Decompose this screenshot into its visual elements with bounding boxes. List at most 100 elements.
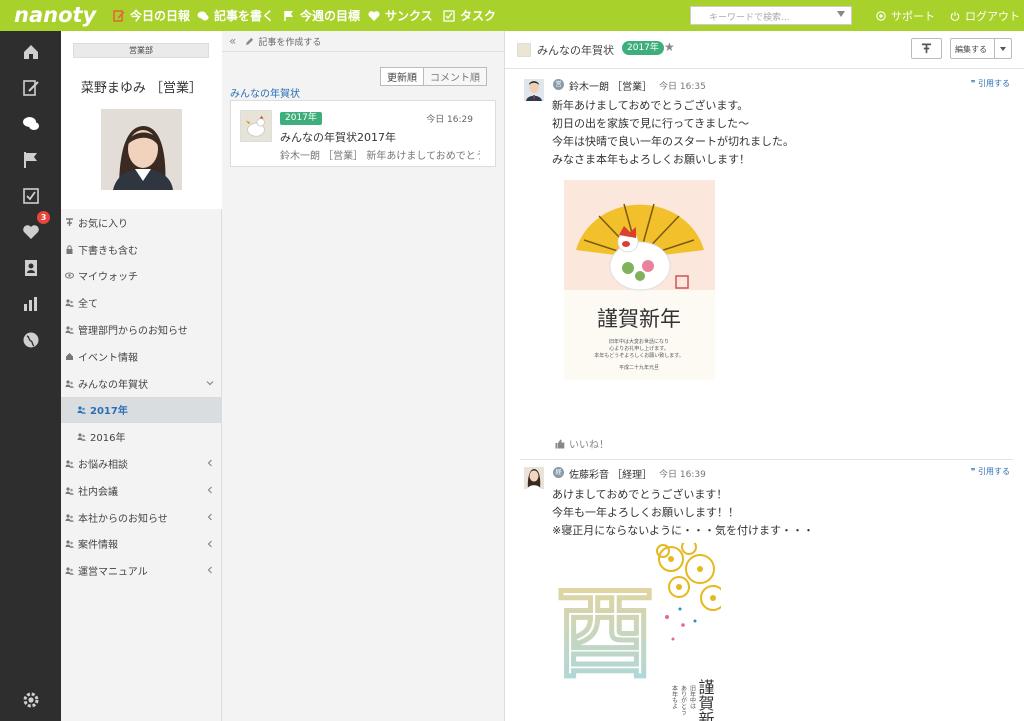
group-icon: [77, 406, 86, 415]
sidebar-item-label: 2017年: [90, 406, 128, 418]
card-body-line: 旧年中は: [689, 685, 696, 710]
post-text-line: みなさま本年もよろしくお願いします！: [552, 153, 750, 166]
nav-write-article[interactable]: 記事を書く: [197, 0, 274, 31]
sidebar-item-mywatch[interactable]: マイウォッチ: [61, 263, 222, 290]
star-icon[interactable]: ★: [664, 40, 675, 54]
quote-link[interactable]: ❞ 引用する: [971, 466, 1010, 477]
article-list-panel: « 記事を作成する 更新順 コメント順 みんなの年賀状 2017年 今日 16:…: [222, 31, 505, 721]
sidebar-item-meetings[interactable]: 社内会議: [61, 477, 222, 504]
card-time: 今日 16:29: [426, 115, 473, 125]
sidebar-item-hq-notice[interactable]: 本社からのお知らせ: [61, 504, 222, 531]
sidebar-item-label: 案件情報: [78, 540, 118, 552]
nav-thanks[interactable]: サンクス: [368, 0, 433, 31]
avatar[interactable]: [101, 109, 182, 190]
article-card[interactable]: 2017年 今日 16:29 みんなの年賀状2017年 鈴木一朗 ［営業］ 新年…: [230, 100, 496, 167]
group-icon: [77, 433, 86, 442]
quote-label: 引用する: [978, 467, 1010, 476]
avatar[interactable]: [524, 79, 544, 101]
eye-icon: [65, 272, 74, 279]
group-icon: [65, 299, 74, 308]
card-body-line: 心よりお礼申し上げます。: [609, 345, 668, 352]
power-icon: [950, 11, 960, 21]
logout-link[interactable]: ログアウト: [950, 0, 1020, 31]
nav-task[interactable]: タスク: [443, 0, 496, 31]
home-icon: [66, 352, 73, 360]
sidebar-item-label: 本社からのお知らせ: [78, 513, 168, 525]
post-text-line: 新年あけましておめでとうございます。: [552, 99, 749, 112]
sidebar-item-favorites[interactable]: お気に入り: [61, 209, 222, 236]
chevron-down-icon[interactable]: [206, 379, 214, 387]
gear-icon[interactable]: [22, 691, 40, 709]
like-button[interactable]: いいね！: [555, 436, 609, 451]
thumbs-up-icon: [555, 439, 565, 448]
heart-icon: [368, 10, 380, 21]
sidebar-item-label: 全て: [78, 299, 98, 311]
pin-button[interactable]: [911, 38, 942, 59]
help-circle-icon: [876, 10, 886, 21]
nav-today-report[interactable]: 今日の日報: [113, 0, 190, 31]
task-check-icon[interactable]: [22, 187, 40, 205]
nav-weekly-goal[interactable]: 今週の目標: [283, 0, 360, 31]
sidebar-item-consultation[interactable]: お悩み相談: [61, 450, 222, 477]
sidebar-item-label: 運営マニュアル: [78, 567, 148, 579]
support-link[interactable]: サポート: [876, 0, 935, 31]
user-name: 菜野まゆみ ［営業］: [80, 81, 203, 96]
sidebar-item-admin-notice[interactable]: 管理部門からのお知らせ: [61, 316, 222, 343]
chevron-left-icon[interactable]: [206, 459, 214, 467]
card-greeting: 謹賀新: [696, 678, 715, 721]
post-author: 佐藤彩音 ［経理］: [569, 470, 653, 481]
flag-icon[interactable]: [22, 151, 40, 169]
card-body-line: 旧年中は大変お世話になり: [609, 338, 669, 345]
chevron-left-icon[interactable]: [206, 540, 214, 548]
create-article-link[interactable]: 記事を作成する: [245, 35, 321, 48]
search-placeholder: キーワードで検索...: [709, 13, 790, 23]
sidebar-item-manual[interactable]: 運営マニュアル: [61, 557, 222, 584]
globe-icon[interactable]: [22, 331, 40, 349]
quote-link[interactable]: ❞ 引用する: [971, 78, 1010, 89]
avatar[interactable]: [524, 467, 544, 489]
sidebar-item-2017[interactable]: 2017年: [61, 396, 222, 424]
address-book-icon[interactable]: [22, 259, 40, 277]
new-year-card-image[interactable]: 酉 謹賀新 旧年中は ありがとう 本年もよ: [555, 543, 721, 721]
home-icon[interactable]: [22, 43, 40, 61]
pin-icon: [921, 43, 932, 54]
like-label: いいね！: [569, 440, 609, 451]
group-icon: [65, 460, 74, 469]
nav-label: 記事を書く: [214, 9, 275, 23]
flag-icon: [284, 10, 293, 21]
card-body-line: ありがとう: [680, 685, 687, 715]
report-edit-icon[interactable]: [22, 79, 40, 97]
app-logo[interactable]: nanoty: [14, 3, 96, 27]
sidebar-item-events[interactable]: イベント情報: [61, 343, 222, 370]
chat-bubbles-icon[interactable]: [22, 115, 40, 133]
chevron-down-icon[interactable]: [837, 11, 845, 17]
sidebar-item-projects[interactable]: 案件情報: [61, 531, 222, 558]
heart-icon[interactable]: [22, 223, 40, 241]
icon-rail: 3: [0, 31, 61, 721]
collapse-icon[interactable]: «: [229, 34, 236, 48]
sidebar-item-drafts[interactable]: 下書きも含む: [61, 236, 222, 263]
sidebar-item-new-year-cards[interactable]: みんなの年賀状: [61, 370, 222, 397]
article-detail-header: みんなの年賀状 2017年 ★ 編集する: [505, 31, 1024, 69]
sidebar-item-all[interactable]: 全て: [61, 289, 222, 316]
search-input[interactable]: キーワードで検索...: [690, 6, 852, 25]
card-kanji: 酉: [555, 575, 655, 692]
chevron-left-icon[interactable]: [206, 566, 214, 574]
post-text-line: あけましておめでとうございます！: [552, 488, 728, 501]
edit-button[interactable]: 編集する: [950, 38, 1012, 59]
nav-label: 今日の日報: [130, 9, 191, 23]
sidebar-item-2016[interactable]: 2016年: [61, 423, 222, 450]
new-year-card-image[interactable]: 謹賀新年 旧年中は大変お世話になり 心よりお礼申し上げます。 本年もどうぞよろし…: [564, 180, 715, 380]
chevron-left-icon[interactable]: [206, 513, 214, 521]
chevron-down-icon[interactable]: [994, 39, 1011, 58]
group-label: みんなの年賀状: [230, 89, 300, 100]
sort-comments-button[interactable]: コメント順: [424, 68, 486, 85]
sort-updated-button[interactable]: 更新順: [381, 68, 424, 85]
sort-toggle: 更新順 コメント順: [380, 67, 487, 86]
nav-label: 今週の目標: [300, 9, 361, 23]
bar-chart-icon[interactable]: [22, 295, 40, 313]
sidebar-item-label: みんなの年賀状: [78, 379, 148, 391]
post-text-line: ※寝正月にならないように・・・気を付けます・・・: [552, 524, 814, 537]
support-label: サポート: [891, 9, 935, 23]
chevron-left-icon[interactable]: [206, 486, 214, 494]
